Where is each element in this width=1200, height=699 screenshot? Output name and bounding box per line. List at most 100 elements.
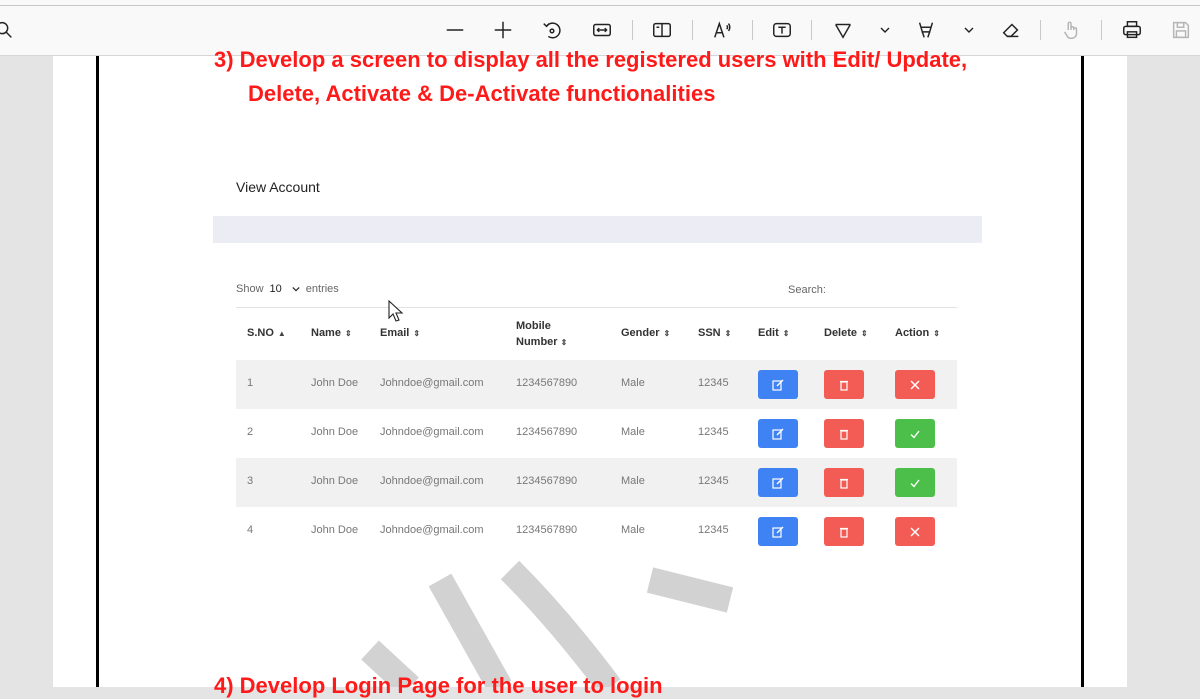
cell-gender: Male bbox=[621, 524, 645, 536]
edit-button[interactable] bbox=[758, 468, 798, 497]
section-heading-3-continued: Delete, Activate & De-Activate functiona… bbox=[248, 81, 716, 106]
edit-icon bbox=[772, 428, 784, 440]
trash-icon bbox=[840, 527, 848, 538]
toolbar-separator bbox=[752, 20, 753, 40]
highlight-icon[interactable] bbox=[914, 18, 938, 42]
zoom-out-icon[interactable] bbox=[443, 18, 467, 42]
col-header-edit[interactable]: Edit ⇕ bbox=[758, 327, 789, 339]
delete-button[interactable] bbox=[824, 468, 864, 497]
col-header-gender[interactable]: Gender ⇕ bbox=[621, 327, 670, 339]
sort-icon: ⇕ bbox=[344, 328, 352, 338]
show-label: Show bbox=[236, 283, 264, 295]
sort-asc-icon: ▲ bbox=[277, 328, 286, 338]
section-heading-3: 3) Develop a screen to display all the r… bbox=[214, 47, 968, 72]
toolbar-separator bbox=[1101, 20, 1102, 40]
mouse-cursor-icon bbox=[388, 300, 404, 322]
rotate-icon[interactable] bbox=[540, 18, 564, 42]
edit-icon bbox=[772, 477, 784, 489]
cell-email: Johndoe@gmail.com bbox=[380, 524, 484, 536]
watermark-logo bbox=[361, 560, 734, 687]
sort-icon: ⇕ bbox=[724, 328, 732, 338]
table-row: 3 John Doe Johndoe@gmail.com 1234567890 … bbox=[236, 458, 957, 507]
chevron-down-icon[interactable] bbox=[873, 18, 897, 42]
table-row: 1 John Doe Johndoe@gmail.com 1234567890 … bbox=[236, 360, 957, 409]
zoom-in-icon[interactable] bbox=[491, 18, 515, 42]
text-box-icon[interactable] bbox=[770, 18, 794, 42]
cell-name: John Doe bbox=[311, 426, 359, 438]
cell-mobile: 1234567890 bbox=[516, 426, 578, 438]
save-icon bbox=[1169, 18, 1193, 42]
page-view-icon[interactable] bbox=[650, 18, 674, 42]
col-header-email[interactable]: Email ⇕ bbox=[380, 327, 420, 339]
delete-button[interactable] bbox=[824, 370, 864, 399]
sort-icon: ⇕ bbox=[560, 338, 568, 347]
cell-sno: 2 bbox=[247, 426, 254, 438]
col-header-sno[interactable]: S.NO ▲ bbox=[247, 327, 286, 339]
cell-name: John Doe bbox=[311, 377, 359, 389]
chevron-down-icon[interactable] bbox=[957, 18, 981, 42]
entries-select[interactable]: 10 bbox=[270, 283, 300, 295]
touch-icon bbox=[1059, 18, 1083, 42]
read-aloud-icon[interactable] bbox=[711, 18, 735, 42]
cell-name: John Doe bbox=[311, 524, 359, 536]
toolbar-separator bbox=[692, 20, 693, 40]
close-icon bbox=[910, 380, 920, 389]
col-header-name[interactable]: Name ⇕ bbox=[311, 327, 352, 339]
trash-icon bbox=[840, 478, 848, 489]
col-header-delete[interactable]: Delete ⇕ bbox=[824, 327, 868, 339]
col-header-action[interactable]: Action ⇕ bbox=[895, 327, 940, 339]
draw-icon[interactable] bbox=[831, 18, 855, 42]
close-icon bbox=[910, 527, 920, 536]
toolbar-separator bbox=[811, 20, 812, 40]
edit-button[interactable] bbox=[758, 517, 798, 546]
cell-email: Johndoe@gmail.com bbox=[380, 426, 484, 438]
activate-button[interactable] bbox=[895, 468, 935, 497]
trash-icon bbox=[840, 429, 848, 440]
table-row: 4 John Doe Johndoe@gmail.com 1234567890 … bbox=[236, 507, 957, 556]
sort-icon: ⇕ bbox=[663, 328, 671, 338]
page-border-right bbox=[1081, 56, 1084, 687]
table-top-border bbox=[236, 307, 957, 308]
check-icon bbox=[910, 430, 920, 439]
search-label: Search: bbox=[788, 284, 826, 296]
sort-icon: ⇕ bbox=[861, 328, 868, 338]
cell-sno: 3 bbox=[247, 475, 254, 487]
section-heading-4: 4) Develop Login Page for the user to lo… bbox=[214, 673, 663, 698]
sort-icon: ⇕ bbox=[782, 328, 790, 338]
delete-button[interactable] bbox=[824, 419, 864, 448]
delete-button[interactable] bbox=[824, 517, 864, 546]
page-border-left bbox=[96, 56, 99, 687]
cell-gender: Male bbox=[621, 377, 645, 389]
cell-mobile: 1234567890 bbox=[516, 524, 578, 536]
deactivate-button[interactable] bbox=[895, 370, 935, 399]
activate-button[interactable] bbox=[895, 419, 935, 448]
cell-ssn: 12345 bbox=[698, 426, 729, 438]
toolbar-separator bbox=[1040, 20, 1041, 40]
edit-button[interactable] bbox=[758, 370, 798, 399]
cell-mobile: 1234567890 bbox=[516, 377, 578, 389]
edit-icon bbox=[772, 379, 784, 391]
edit-button[interactable] bbox=[758, 419, 798, 448]
cell-ssn: 12345 bbox=[698, 524, 729, 536]
cell-name: John Doe bbox=[311, 475, 359, 487]
entries-control: Show 10 entries bbox=[236, 283, 339, 295]
deactivate-button[interactable] bbox=[895, 517, 935, 546]
search-icon[interactable] bbox=[0, 18, 16, 42]
entries-value: 10 bbox=[269, 283, 282, 295]
cell-gender: Male bbox=[621, 475, 645, 487]
sort-icon: ⇕ bbox=[933, 328, 940, 338]
chevron-down-icon bbox=[292, 286, 300, 292]
cell-sno: 4 bbox=[247, 524, 254, 536]
cell-gender: Male bbox=[621, 426, 645, 438]
fit-width-icon[interactable] bbox=[590, 18, 614, 42]
card-header-band bbox=[213, 216, 982, 243]
entries-label: entries bbox=[305, 283, 339, 295]
cell-ssn: 12345 bbox=[698, 475, 729, 487]
print-icon[interactable] bbox=[1120, 18, 1144, 42]
eraser-icon[interactable] bbox=[999, 18, 1023, 42]
trash-icon bbox=[840, 380, 848, 391]
col-header-mobile[interactable]: Mobile Number ⇕ bbox=[516, 318, 567, 351]
edit-icon bbox=[772, 526, 784, 538]
col-header-ssn[interactable]: SSN ⇕ bbox=[698, 327, 731, 339]
cell-ssn: 12345 bbox=[698, 377, 729, 389]
